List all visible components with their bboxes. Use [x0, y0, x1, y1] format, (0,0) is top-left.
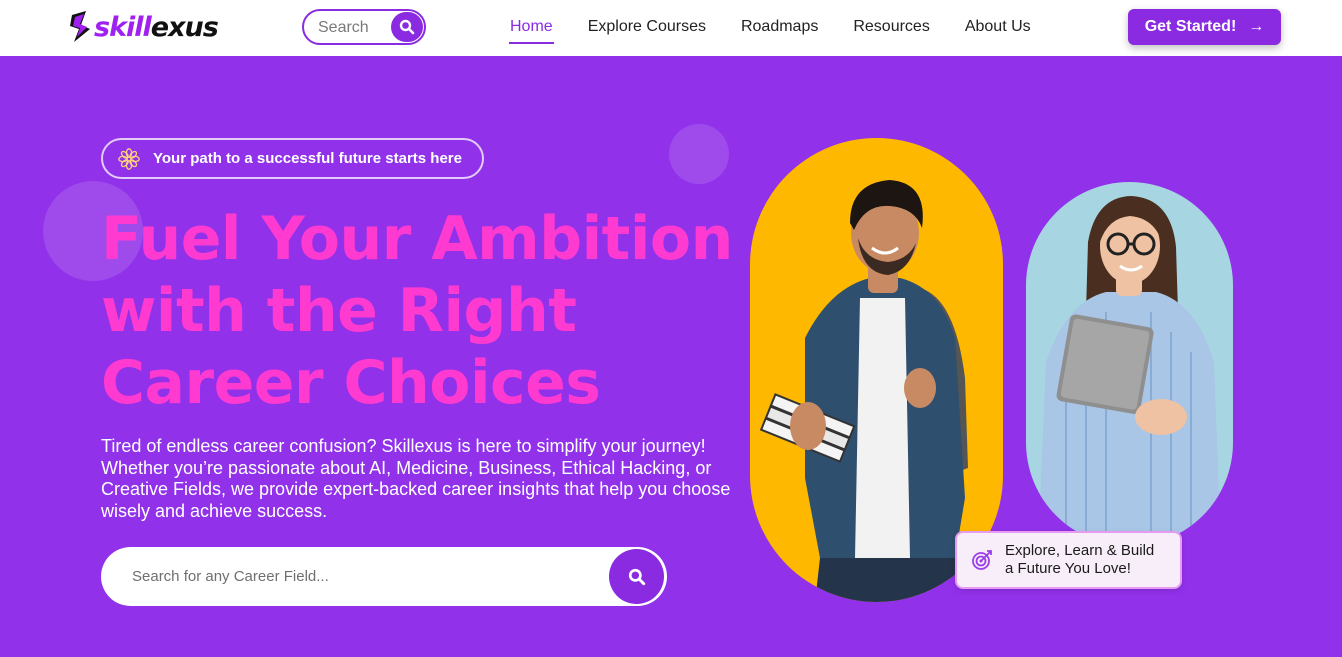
main-nav: Home Explore Courses Roadmaps Resources …	[509, 0, 1066, 56]
student-woman-illustration	[1038, 196, 1221, 546]
caption-text: Explore, Learn & Build a Future You Love…	[1005, 542, 1154, 578]
tagline-pill: Your path to a successful future starts …	[101, 138, 484, 179]
nav-link-explore-courses[interactable]: Explore Courses	[588, 0, 706, 56]
brand-logo[interactable]: skillexus	[68, 7, 219, 47]
headline-line-2: with the Right	[101, 276, 577, 346]
career-search-button[interactable]	[609, 549, 664, 604]
nav-search	[302, 9, 426, 45]
student-woman-photo-card	[1026, 182, 1233, 546]
get-started-label: Get Started!	[1144, 18, 1237, 35]
nav-search-button[interactable]	[391, 12, 423, 42]
caption-line-2: a Future You Love!	[1005, 560, 1131, 577]
nav-search-input[interactable]	[318, 18, 388, 38]
explore-learn-card: Explore, Learn & Build a Future You Love…	[955, 531, 1182, 589]
hero-description: Tired of endless career confusion? Skill…	[101, 436, 731, 522]
flower-icon	[118, 147, 140, 170]
tagline-text: Your path to a successful future starts …	[153, 150, 462, 167]
target-icon	[972, 550, 992, 570]
get-started-button[interactable]: Get Started! →	[1128, 9, 1281, 45]
brand-name: skillexus	[94, 11, 219, 43]
caption-line-1: Explore, Learn & Build	[1005, 542, 1155, 559]
nav-link-home[interactable]: Home	[509, 0, 554, 56]
headline-line-3: Career Choices	[101, 348, 601, 418]
nav-link-resources[interactable]: Resources	[853, 0, 929, 56]
search-icon	[628, 568, 645, 585]
search-icon	[399, 19, 415, 35]
navbar: skillexus Home Explore Courses Roadmaps …	[0, 0, 1342, 56]
decor-bubble	[669, 124, 729, 184]
arrow-right-icon: →	[1248, 18, 1265, 35]
logo-book-icon	[70, 11, 90, 42]
career-search-bar	[101, 547, 667, 606]
headline-line-1: Fuel Your Ambition	[101, 204, 733, 274]
career-search-input[interactable]	[132, 565, 572, 587]
nav-link-roadmaps[interactable]: Roadmaps	[741, 0, 818, 56]
nav-link-about-us[interactable]: About Us	[965, 0, 1031, 56]
hero-headline: Fuel Your Ambition with the Right Career…	[101, 203, 741, 419]
